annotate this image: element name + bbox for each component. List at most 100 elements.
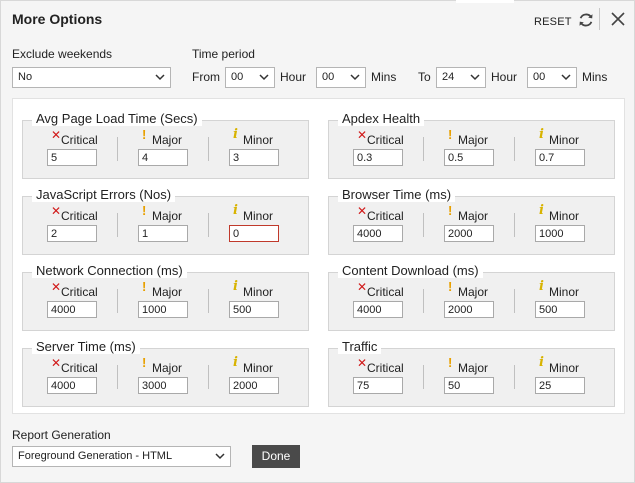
report-generation-label: Report Generation [12,428,111,442]
to-hour-label: Hour [491,70,518,84]
to-min-value: 00 [533,71,546,83]
from-hour-label: Hour [280,70,307,84]
to-min-select[interactable]: 00 [527,67,577,88]
chevron-down-icon [350,74,360,81]
group-title: JavaScript Errors (Nos) [32,187,176,202]
chevron-down-icon [215,453,225,460]
critical-input[interactable]: 4000 [353,301,403,318]
minor-label: Minor [243,285,274,299]
minor-input[interactable]: 0.7 [535,149,585,166]
close-icon[interactable] [609,10,627,28]
done-button[interactable]: Done [252,445,300,468]
major-exclamation-icon: ! [448,355,453,370]
from-min-value: 00 [322,71,335,83]
major-input[interactable]: 4 [138,149,188,166]
column-divider [208,213,209,237]
minor-input[interactable]: 2000 [229,377,279,394]
column-divider [117,213,118,237]
exclude-weekends-value: No [18,71,33,83]
critical-label: Critical [61,133,98,147]
exclude-weekends-label: Exclude weekends [12,47,113,61]
critical-input[interactable]: 5 [47,149,97,166]
major-label: Major [152,285,183,299]
threshold-group: Traffic ✕ Critical 75 ! Major 50 i Minor 25 [328,339,615,407]
critical-x-icon: ✕ [51,128,62,142]
major-input[interactable]: 2000 [444,301,494,318]
critical-input[interactable]: 4000 [47,377,97,394]
minor-info-icon: i [233,355,238,370]
critical-x-icon: ✕ [51,356,62,370]
from-hour-select[interactable]: 00 [225,67,275,88]
minor-info-icon: i [233,127,238,142]
major-input[interactable]: 1000 [138,301,188,318]
critical-x-icon: ✕ [51,204,62,218]
threshold-group: Content Download (ms) ✕ Critical 4000 ! Maj… [328,263,615,331]
column-divider [423,137,424,161]
major-input[interactable]: 50 [444,377,494,394]
minor-info-icon: i [539,127,544,142]
major-input[interactable]: 3000 [138,377,188,394]
critical-x-icon: ✕ [51,280,62,294]
major-input[interactable]: 1 [138,225,188,242]
minor-label: Minor [243,133,274,147]
minor-input[interactable]: 3 [229,149,279,166]
minor-label: Minor [549,285,580,299]
to-label: To [418,70,431,84]
minor-input[interactable]: 500 [535,301,585,318]
from-hour-value: 00 [231,71,244,83]
report-generation-value: Foreground Generation - HTML [18,450,173,462]
more-options-dialog: More Options RESET Exclude weekends No T… [0,0,635,483]
critical-input[interactable]: 4000 [47,301,97,318]
major-label: Major [152,209,183,223]
to-mins-label: Mins [582,70,608,84]
group-title: Browser Time (ms) [338,187,456,202]
major-exclamation-icon: ! [142,355,147,370]
critical-label: Critical [61,209,98,223]
major-exclamation-icon: ! [448,279,453,294]
chevron-down-icon [155,74,165,81]
column-divider [117,137,118,161]
dialog-title: More Options [12,11,103,27]
from-min-select[interactable]: 00 [316,67,366,88]
exclude-weekends-select[interactable]: No [12,67,171,88]
minor-info-icon: i [539,279,544,294]
chevron-down-icon [259,74,269,81]
major-input[interactable]: 2000 [444,225,494,242]
major-exclamation-icon: ! [142,203,147,218]
critical-label: Critical [367,285,404,299]
major-label: Major [152,133,183,147]
column-divider [514,137,515,161]
time-period-label: Time period [192,47,255,61]
threshold-group: Apdex Health ✕ Critical 0.3 ! Major 0.5 i Min… [328,111,615,179]
reset-button[interactable]: RESET [534,12,594,31]
major-input[interactable]: 0.5 [444,149,494,166]
critical-x-icon: ✕ [357,204,368,218]
critical-x-icon: ✕ [357,128,368,142]
minor-label: Minor [243,209,274,223]
report-generation-select[interactable]: Foreground Generation - HTML [12,446,231,467]
minor-info-icon: i [539,355,544,370]
major-exclamation-icon: ! [448,127,453,142]
critical-x-icon: ✕ [357,356,368,370]
to-hour-select[interactable]: 24 [436,67,486,88]
dialog-header: More Options RESET [1,1,634,39]
critical-label: Critical [61,285,98,299]
header-divider [599,8,600,30]
column-divider [514,289,515,313]
threshold-group: JavaScript Errors (Nos) ✕ Critical 2 ! Majo… [22,187,309,255]
critical-input[interactable]: 2 [47,225,97,242]
column-divider [514,213,515,237]
column-divider [423,289,424,313]
column-divider [208,289,209,313]
column-divider [208,365,209,389]
critical-label: Critical [61,361,98,375]
critical-input[interactable]: 4000 [353,225,403,242]
minor-input[interactable]: 25 [535,377,585,394]
minor-input[interactable]: 1000 [535,225,585,242]
minor-input[interactable]: 0 [229,225,279,242]
minor-label: Minor [549,209,580,223]
critical-input[interactable]: 0.3 [353,149,403,166]
minor-input[interactable]: 500 [229,301,279,318]
critical-input[interactable]: 75 [353,377,403,394]
critical-x-icon: ✕ [357,280,368,294]
